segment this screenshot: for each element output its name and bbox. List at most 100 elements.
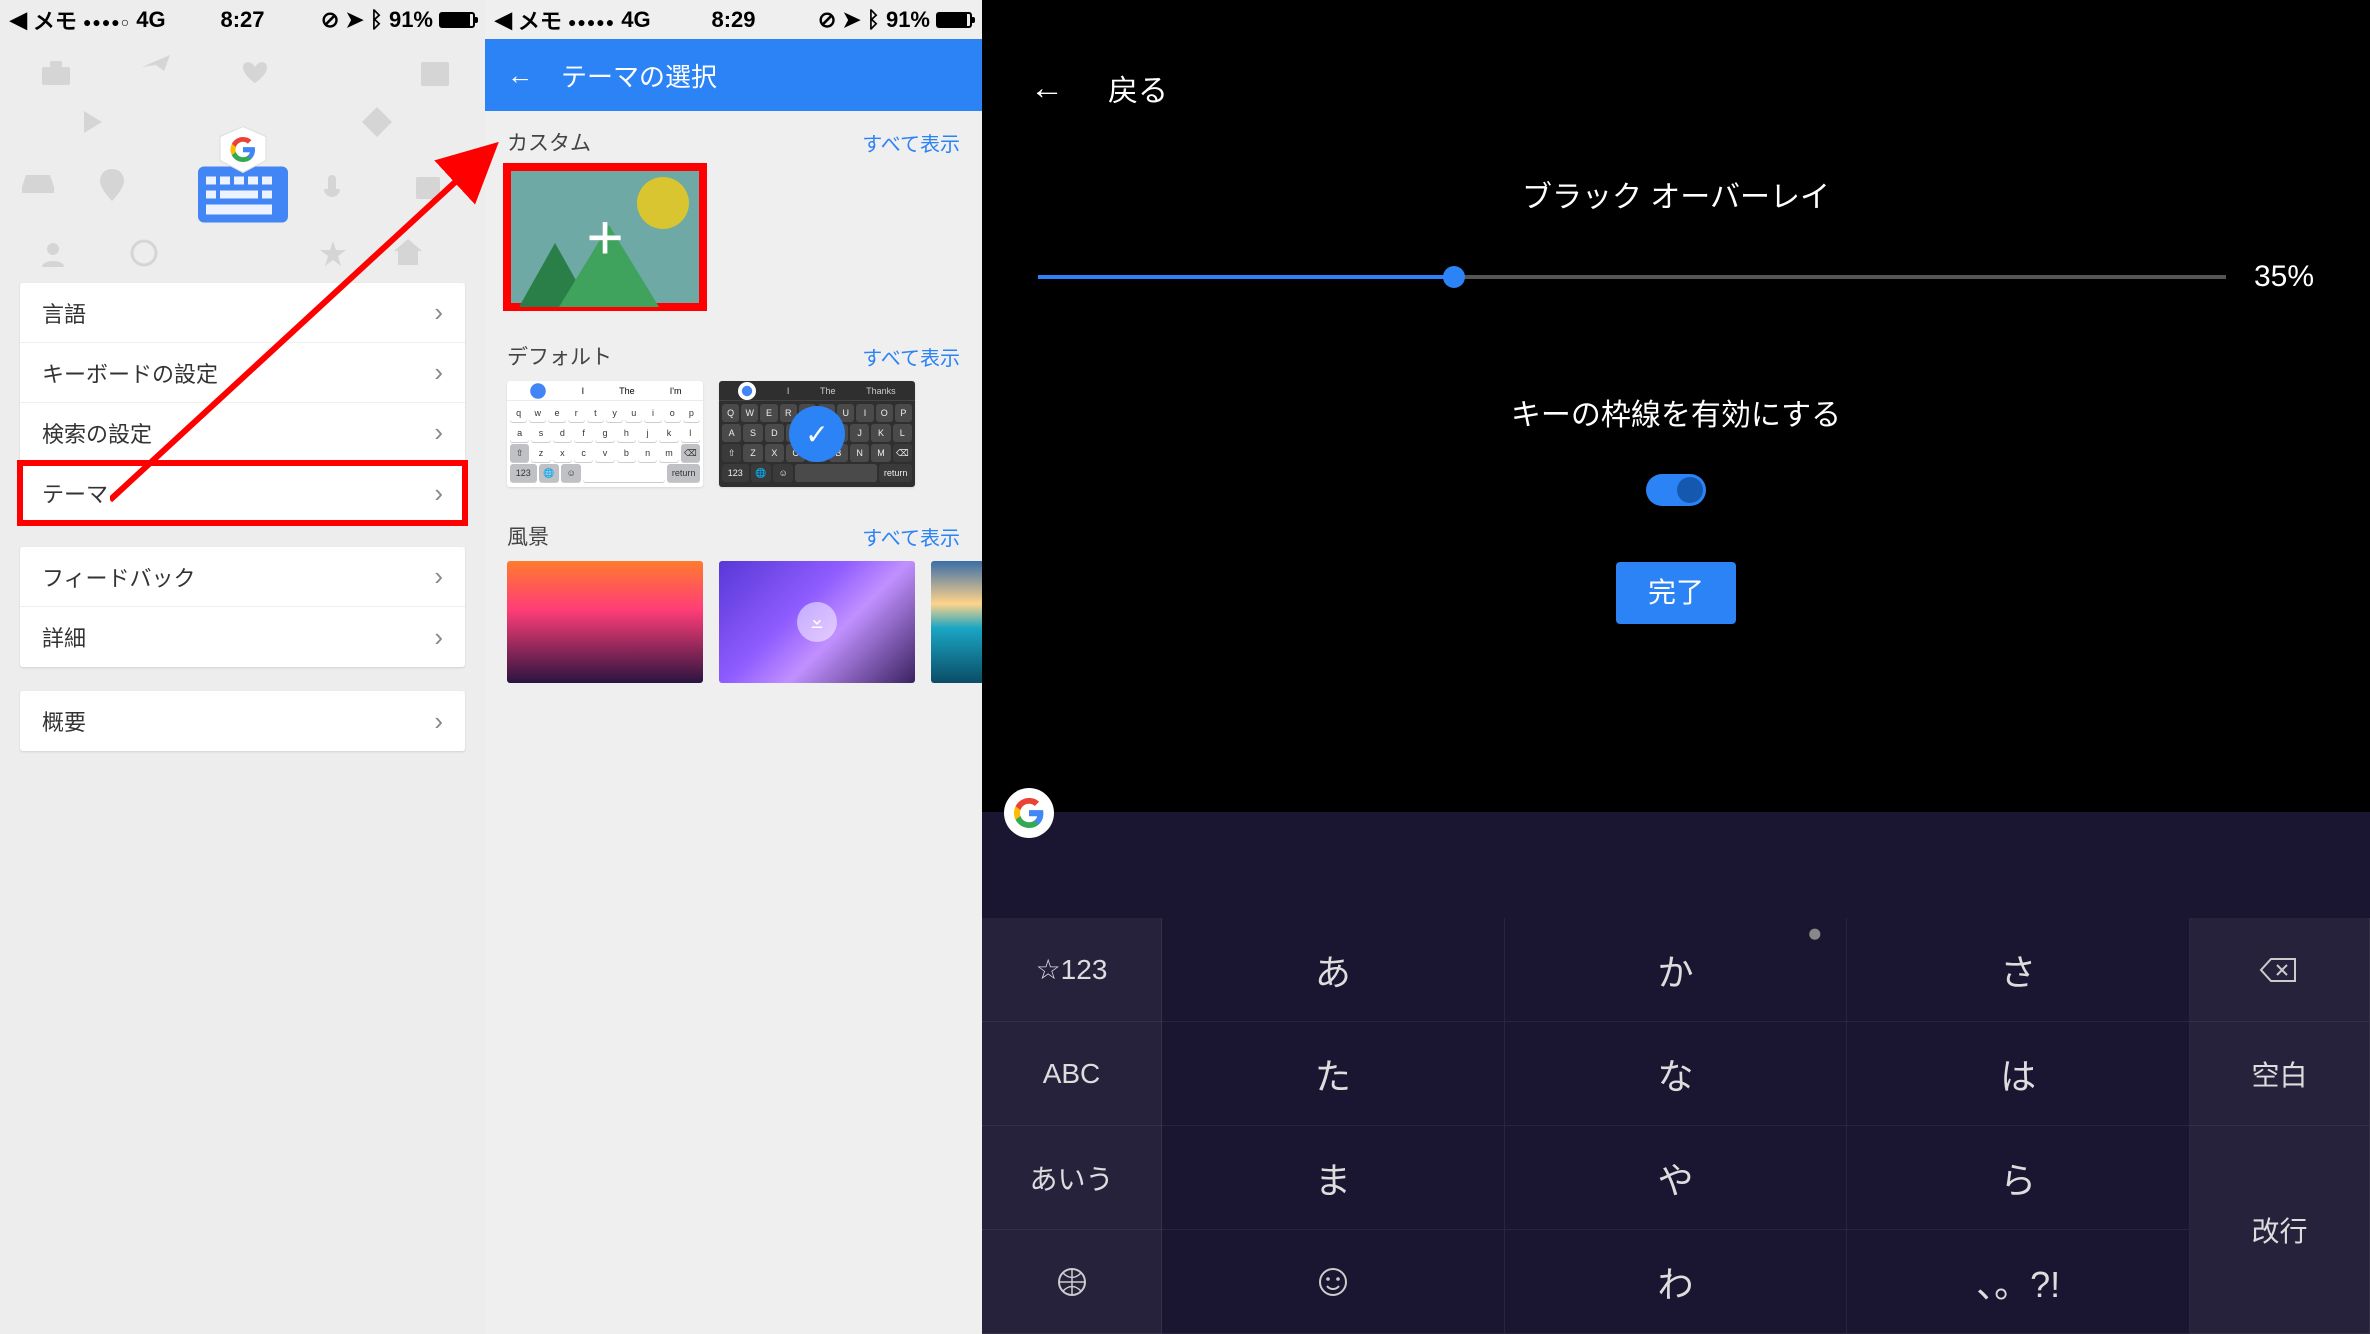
clock: 8:27 [220, 7, 264, 33]
clock: 8:29 [711, 7, 755, 33]
back-to-app-icon[interactable]: ◀ [10, 7, 27, 33]
section-custom-label: カスタム [507, 127, 591, 157]
status-bar: ◀ メモ ●●●●● 4G 8:29 ⊘ ➤ ᛒ 91% [485, 0, 982, 39]
key-emoji[interactable] [1162, 1230, 1505, 1334]
key-ma[interactable]: ま [1162, 1126, 1505, 1230]
theme-default-dark[interactable]: ITheThanks QWERTYUIOP ASDFGHJKL ⇧ZXCVBNM… [719, 381, 915, 487]
key-sa[interactable]: さ [1847, 918, 2190, 1022]
calendar-icon [414, 173, 442, 201]
plus-icon: + [586, 200, 623, 274]
location-icon: ➤ [842, 7, 860, 33]
back-to-app-label[interactable]: メモ [33, 4, 77, 36]
orientation-lock-icon: ⊘ [818, 7, 836, 33]
person-icon [40, 241, 66, 267]
briefcase-icon [40, 59, 72, 87]
row-search-settings[interactable]: 検索の設定› [20, 403, 465, 463]
landscape-theme-2[interactable] [719, 561, 915, 683]
keyboard-preview: ☆123 あ か さ ABC た な は 空白 あいう ま や ら 改行 わ 、… [982, 812, 2370, 1334]
show-all-landscape[interactable]: すべて表示 [862, 522, 960, 551]
key-ta[interactable]: た [1162, 1022, 1505, 1126]
mic-icon [322, 175, 342, 205]
star-icon [320, 241, 346, 267]
pin-icon [100, 169, 124, 201]
back-label[interactable]: 戻る [1108, 66, 1168, 110]
theme-default-light[interactable]: ITheI'm qwertyuiop asdfghjkl ⇧zxcvbnm⌫ 1… [507, 381, 703, 487]
battery-icon [439, 12, 475, 28]
gboard-logo-icon [184, 114, 302, 237]
bluetooth-icon: ᛒ [370, 7, 383, 33]
orientation-lock-icon: ⊘ [321, 7, 339, 33]
row-keyboard-settings[interactable]: キーボードの設定› [20, 343, 465, 403]
overlay-slider[interactable] [1038, 275, 2226, 279]
key-kana[interactable]: あいう [982, 1126, 1162, 1230]
theme-customize-pane: ← 戻る ブラック オーバーレイ 35% キーの枠線を有効にする 完了 ☆12 [982, 0, 2370, 1334]
key-enter[interactable]: 改行 [2190, 1126, 2370, 1334]
play-icon [80, 109, 106, 135]
row-language[interactable]: 言語› [20, 283, 465, 343]
borders-label: キーの枠線を有効にする [982, 390, 2370, 434]
key-ha[interactable]: は [1847, 1022, 2190, 1126]
location-icon: ➤ [345, 7, 363, 33]
app-bar: ← テーマの選択 [485, 39, 982, 111]
chevron-right-icon: › [434, 706, 443, 737]
clock-icon [130, 239, 158, 267]
chevron-right-icon: › [434, 622, 443, 653]
key-space[interactable]: 空白 [2190, 1022, 2370, 1126]
status-bar: ◀ メモ ●●●●○ 4G 8:27 ⊘ ➤ ᛒ 91% [0, 0, 485, 39]
signal-dots-icon: ●●●●● [568, 7, 615, 33]
key-a[interactable]: あ [1162, 918, 1505, 1022]
section-landscape-label: 風景 [507, 521, 549, 551]
battery-pct: 91% [886, 7, 930, 33]
overlay-pct: 35% [2254, 260, 2314, 294]
key-globe[interactable] [982, 1230, 1162, 1334]
key-ya[interactable]: や [1505, 1126, 1848, 1230]
car-icon [20, 169, 56, 195]
image-icon [420, 61, 450, 87]
key-punct[interactable]: 、。?! [1847, 1230, 2190, 1334]
signal-dots-icon: ●●●●○ [83, 7, 130, 33]
add-custom-theme-tile[interactable]: + [507, 167, 703, 307]
directions-icon [362, 107, 392, 137]
key-na[interactable]: な [1505, 1022, 1848, 1126]
key-backspace[interactable] [2190, 918, 2370, 1022]
row-details[interactable]: 詳細› [20, 607, 465, 667]
chevron-right-icon: › [434, 297, 443, 328]
back-arrow-icon[interactable]: ← [507, 60, 533, 91]
back-to-app-icon[interactable]: ◀ [495, 7, 512, 33]
battery-pct: 91% [389, 7, 433, 33]
carrier-label: 4G [621, 7, 650, 33]
battery-icon [936, 12, 972, 28]
row-about[interactable]: 概要› [20, 691, 465, 751]
landscape-theme-1[interactable] [507, 561, 703, 683]
plane-icon [140, 49, 174, 77]
home-icon [394, 239, 422, 265]
key-wa[interactable]: わ [1505, 1230, 1848, 1334]
settings-list-3: 概要› [20, 691, 465, 751]
top-bar: ← 戻る [982, 40, 2370, 136]
bluetooth-icon: ᛒ [867, 7, 880, 33]
key-abc[interactable]: ABC [982, 1022, 1162, 1126]
row-feedback[interactable]: フィードバック› [20, 547, 465, 607]
chevron-right-icon: › [434, 357, 443, 388]
chevron-right-icon: › [434, 417, 443, 448]
key-num[interactable]: ☆123 [982, 918, 1162, 1022]
section-default-label: デフォルト [507, 341, 612, 371]
key-ka[interactable]: か [1505, 918, 1848, 1022]
back-arrow-icon[interactable]: ← [1030, 69, 1064, 108]
selected-check-icon: ✓ [789, 406, 845, 462]
carrier-label: 4G [136, 7, 165, 33]
done-button[interactable]: 完了 [1616, 562, 1736, 624]
overlay-label: ブラック オーバーレイ [982, 172, 2370, 216]
app-bar-title: テーマの選択 [561, 57, 717, 94]
show-all-default[interactable]: すべて表示 [862, 342, 960, 371]
borders-toggle[interactable] [1646, 474, 1706, 506]
show-all-custom[interactable]: すべて表示 [862, 128, 960, 157]
hero-area [0, 39, 485, 283]
back-to-app-label[interactable]: メモ [518, 4, 562, 36]
settings-list-2: フィードバック› 詳細› [20, 547, 465, 667]
chevron-right-icon: › [434, 478, 443, 509]
key-ra[interactable]: ら [1847, 1126, 2190, 1230]
settings-list-1: 言語› キーボードの設定› 検索の設定› テーマ› [20, 283, 465, 523]
download-icon [797, 602, 837, 642]
row-theme[interactable]: テーマ› [20, 463, 465, 523]
